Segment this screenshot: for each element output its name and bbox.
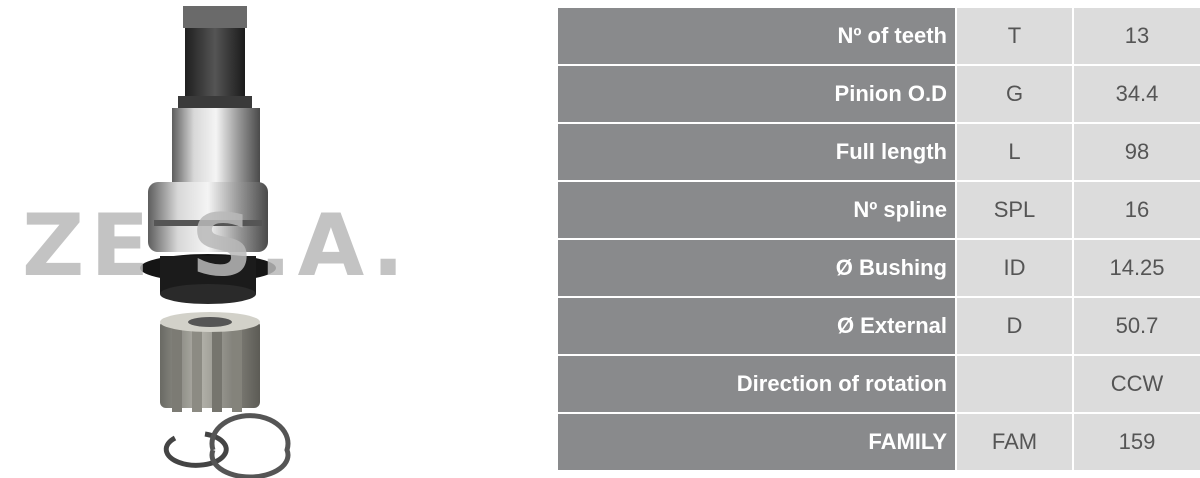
table-row: Ø External D 50.7 — [558, 297, 1200, 356]
spec-code: L — [956, 123, 1074, 182]
spec-label: Pinion O.D — [558, 65, 957, 124]
spec-label: Direction of rotation — [558, 355, 957, 414]
spec-label: Nº of teeth — [558, 8, 957, 66]
spec-value: 50.7 — [1073, 297, 1200, 356]
spec-code: ID — [956, 239, 1074, 298]
table-row: Direction of rotation CCW — [558, 355, 1200, 414]
table-row: Nº of teeth T 13 — [558, 8, 1200, 66]
spec-value: 34.4 — [1073, 65, 1200, 124]
spec-label: Nº spline — [558, 181, 957, 240]
spec-value: CCW — [1073, 355, 1200, 414]
table-row: Pinion O.D G 34.4 — [558, 65, 1200, 124]
pinion-gear — [160, 312, 260, 412]
spec-value: 13 — [1073, 8, 1200, 66]
table-row: FAMILY FAM 159 — [558, 413, 1200, 470]
watermark: ZE S.A. — [22, 196, 411, 296]
snap-ring — [163, 431, 229, 468]
spec-label: Ø External — [558, 297, 957, 356]
table-row: Ø Bushing ID 14.25 — [558, 239, 1200, 298]
spec-code: G — [956, 65, 1074, 124]
table-row: Full length L 98 — [558, 123, 1200, 182]
product-image: ZE S.A. — [0, 0, 545, 478]
table-row: Nº spline SPL 16 — [558, 181, 1200, 240]
spec-label: Ø Bushing — [558, 239, 957, 298]
spec-value: 98 — [1073, 123, 1200, 182]
spec-code: D — [956, 297, 1074, 356]
spec-code: FAM — [956, 413, 1074, 470]
spec-value: 16 — [1073, 181, 1200, 240]
spec-label: Full length — [558, 123, 957, 182]
spec-code: T — [956, 8, 1074, 66]
spec-label: FAMILY — [558, 413, 957, 470]
spec-value: 14.25 — [1073, 239, 1200, 298]
spec-code — [956, 355, 1074, 414]
barrel — [172, 108, 260, 190]
spec-value: 159 — [1073, 413, 1200, 470]
spec-table: Nº of teeth T 13 Pinion O.D G 34.4 Full … — [558, 8, 1200, 470]
spec-code: SPL — [956, 181, 1074, 240]
